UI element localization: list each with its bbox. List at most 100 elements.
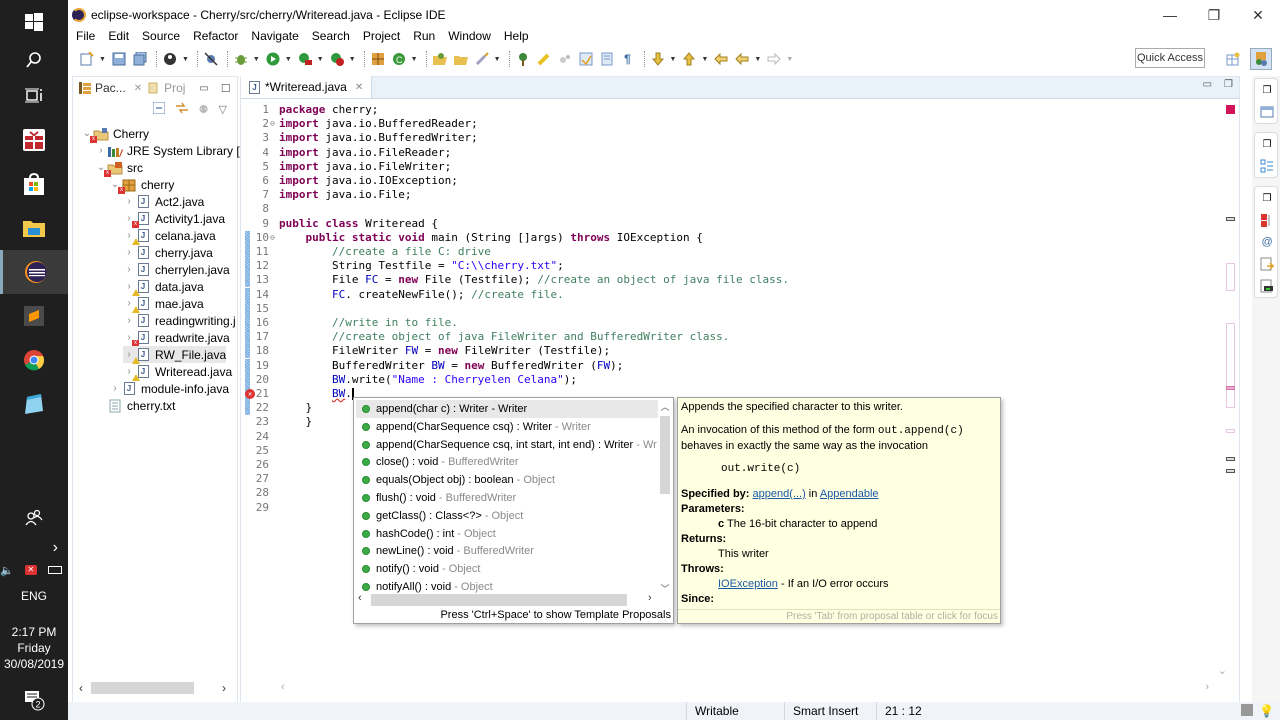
mark-occurrences-icon[interactable]	[535, 50, 553, 68]
ruler-task-marker[interactable]	[1226, 469, 1235, 473]
new-dropdown[interactable]: ▼	[99, 56, 106, 63]
expand-chevron-icon[interactable]: ›	[123, 315, 135, 326]
gift-app-icon[interactable]	[0, 118, 68, 162]
ruler-task-marker[interactable]	[1226, 457, 1235, 461]
code-line[interactable]: 6 import java.io.IOException;	[241, 174, 1239, 188]
restore-icon[interactable]: ❐	[1255, 79, 1279, 101]
tree-item[interactable]: › Jreadingwriting.j	[123, 312, 235, 329]
java-perspective-icon[interactable]	[1250, 48, 1272, 70]
javadoc-icon[interactable]: @	[1255, 231, 1279, 253]
open-task-icon[interactable]	[452, 50, 470, 68]
minimize-view-icon[interactable]: ▭	[199, 83, 208, 94]
appendable-link[interactable]: Appendable	[820, 488, 879, 500]
code-line[interactable]: 8	[241, 202, 1239, 216]
tree-item[interactable]: › Jmodule-info.java	[109, 380, 229, 397]
proposal-item[interactable]: close() : void - BufferedWriter	[356, 453, 658, 471]
menu-run[interactable]: Run	[413, 29, 435, 43]
problems-icon[interactable]	[1255, 209, 1279, 231]
tree-item[interactable]: › Jx readwrite.java	[123, 329, 230, 347]
close-tab-icon[interactable]: ✕	[134, 83, 142, 94]
volume-icon[interactable]: 🔈	[0, 564, 14, 577]
code-line[interactable]: 17 //create object of java FileWriter an…	[241, 330, 1239, 345]
store-icon[interactable]	[0, 162, 68, 206]
ioexception-link[interactable]: IOException	[718, 578, 778, 590]
tree-item[interactable]: › Jcherry.java	[123, 244, 212, 261]
toggle-ant-editor-icon[interactable]	[514, 50, 532, 68]
run-dropdown[interactable]: ▼	[285, 56, 292, 63]
new-class-dropdown[interactable]: ▼	[411, 56, 418, 63]
skip-breakpoints-icon[interactable]	[202, 50, 220, 68]
code-line[interactable]: 16 //write in to file.	[241, 316, 1239, 330]
new-java-class-icon[interactable]: C	[390, 50, 408, 68]
javadoc-popup[interactable]: Appends the specified character to this …	[677, 397, 1001, 624]
editor-scroll-down-arrow[interactable]: ⌄	[1218, 664, 1227, 677]
code-line[interactable]: 18 FileWriter FW = new FileWriter (Testf…	[241, 344, 1239, 359]
menu-search[interactable]: Search	[312, 29, 350, 43]
code-line[interactable]: 10 ⊖ public static void main (String []ar…	[241, 230, 1239, 245]
tree-item[interactable]: › J Writeread.java	[123, 363, 232, 381]
scroll-thumb[interactable]	[91, 682, 194, 694]
proposal-item[interactable]: notify() : void - Object	[356, 560, 658, 578]
menu-refactor[interactable]: Refactor	[193, 29, 238, 43]
collapse-all-icon[interactable]	[152, 101, 166, 117]
menu-project[interactable]: Project	[363, 29, 400, 43]
proposal-item[interactable]: flush() : void - BufferedWriter	[356, 489, 658, 507]
proposal-item[interactable]: append(CharSequence csq, int start, int …	[356, 436, 658, 454]
proposal-item[interactable]: append(char c) : Writer - Writer	[356, 400, 658, 418]
restore-icon[interactable]: ❐	[1255, 187, 1279, 209]
proposal-item[interactable]: getClass() : Class<?> - Object	[356, 507, 658, 525]
code-line[interactable]: 15	[241, 301, 1239, 316]
append-link[interactable]: append(...)	[753, 488, 806, 500]
menu-navigate[interactable]: Navigate	[251, 29, 298, 43]
menu-source[interactable]: Source	[142, 29, 180, 43]
ruler-occurrence-marker[interactable]	[1226, 386, 1235, 390]
expand-chevron-icon[interactable]: ›	[123, 264, 135, 275]
tree-item[interactable]: ⌄ x cherry	[109, 176, 174, 194]
eclipse-icon[interactable]	[0, 250, 68, 294]
scroll-down-arrow[interactable]: ﹀	[659, 582, 671, 595]
previous-annotation-icon[interactable]	[680, 50, 698, 68]
clock-time[interactable]: 2:17 PM	[0, 624, 68, 640]
code-line[interactable]: 20 BW.write("Name : Cherryelen Celana");	[241, 372, 1239, 387]
horizontal-scrollbar[interactable]: ‹ ›	[79, 681, 229, 695]
back-icon[interactable]	[733, 50, 751, 68]
debug-icon[interactable]	[232, 50, 250, 68]
tree-item[interactable]: ⌄ x Cherry	[81, 125, 149, 143]
sublime-text-icon[interactable]	[0, 294, 68, 338]
debug-dropdown[interactable]: ▼	[253, 56, 260, 63]
menu-help[interactable]: Help	[504, 29, 529, 43]
search-dropdown[interactable]: ▼	[494, 56, 501, 63]
expand-chevron-icon[interactable]: ›	[95, 145, 107, 156]
proposal-item[interactable]: hashCode() : int - Object	[356, 525, 658, 543]
code-line[interactable]: 13 File FC = new File (Testfile); //crea…	[241, 273, 1239, 288]
new-icon[interactable]	[78, 50, 96, 68]
maximize-view-icon[interactable]: ☐	[221, 82, 231, 95]
notepad-icon[interactable]	[0, 382, 68, 426]
tree-item[interactable]: › JRE System Library [Ja	[95, 142, 252, 159]
menu-file[interactable]: File	[76, 29, 95, 43]
expand-chevron-icon[interactable]: ›	[123, 196, 135, 207]
tree-item[interactable]: › Jx Activity1.java	[123, 210, 225, 228]
word-wrap-icon[interactable]	[556, 50, 574, 68]
network-disconnected-icon[interactable]: ✕	[24, 565, 37, 575]
content-assist-horizontal-scrollbar[interactable]: ‹ ›	[356, 592, 658, 606]
outline-icon[interactable]	[1255, 155, 1279, 177]
code-line[interactable]: 12 String Testfile = "C:\\cherry.txt";	[241, 259, 1239, 274]
open-type-icon[interactable]	[431, 50, 449, 68]
console-icon[interactable]	[1255, 275, 1279, 297]
editor-scroll-right-arrow[interactable]: ›	[1205, 681, 1209, 693]
code-line[interactable]: 19 BufferedWriter BW = new BufferedWrite…	[241, 358, 1239, 373]
code-line[interactable]: 14 FC. createNewFile(); //create file.	[241, 287, 1239, 302]
proposal-item[interactable]: equals(Object obj) : boolean - Object	[356, 471, 658, 489]
tree-item[interactable]: › Jcherrylen.java	[123, 261, 229, 278]
editor-scroll-left-arrow[interactable]: ‹	[281, 681, 285, 693]
scroll-left-arrow[interactable]: ‹	[358, 592, 362, 604]
fold-collapse-icon[interactable]: ⊖	[270, 117, 275, 131]
expand-chevron-icon[interactable]: ›	[109, 383, 121, 394]
run-icon[interactable]	[264, 50, 282, 68]
external-tools-icon[interactable]	[328, 50, 346, 68]
save-icon[interactable]	[110, 50, 128, 68]
tree-item[interactable]: cherry.txt	[95, 397, 175, 414]
show-whitespace-icon[interactable]	[598, 50, 616, 68]
tab-package-explorer[interactable]: Pac... ✕	[79, 81, 142, 95]
